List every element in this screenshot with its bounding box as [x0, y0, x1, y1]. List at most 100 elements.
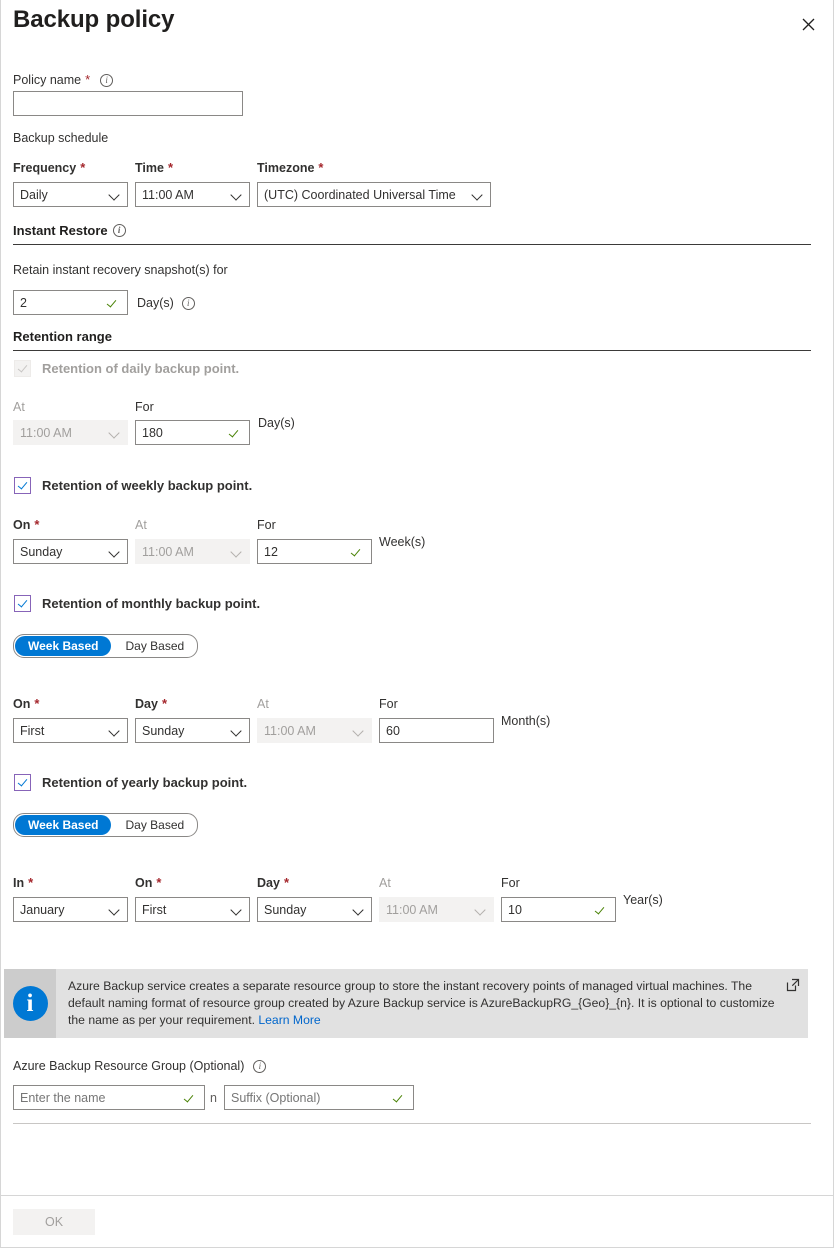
- yearly-for-label: For: [501, 875, 520, 891]
- monthly-for-label: For: [379, 696, 398, 712]
- yearly-toggle-day-based[interactable]: Day Based: [112, 815, 197, 835]
- yearly-toggle-week-based[interactable]: Week Based: [15, 815, 111, 835]
- section-divider: [13, 244, 811, 245]
- close-icon[interactable]: [793, 9, 823, 39]
- monthly-toggle-day-based[interactable]: Day Based: [112, 636, 197, 656]
- frequency-value: Daily: [20, 188, 105, 202]
- valid-check-icon: [394, 1091, 407, 1104]
- monthly-unit: Month(s): [501, 713, 550, 729]
- banner-icon-area: i: [4, 969, 56, 1038]
- monthly-on-required-mark: *: [34, 699, 39, 709]
- yearly-at-label: At: [379, 875, 391, 891]
- page-title: Backup policy: [13, 6, 174, 34]
- resource-group-name-input[interactable]: Enter the name: [13, 1085, 205, 1110]
- frequency-select[interactable]: Daily: [13, 182, 128, 207]
- instant-restore-unit-row: Day(s): [137, 295, 195, 311]
- timezone-select[interactable]: (UTC) Coordinated Universal Time: [257, 182, 491, 207]
- monthly-retention-checkbox[interactable]: Retention of monthly backup point.: [14, 595, 260, 612]
- resource-group-separator: n: [210, 1090, 217, 1106]
- resource-group-label: Azure Backup Resource Group (Optional): [13, 1058, 244, 1074]
- info-banner: i Azure Backup service creates a separat…: [4, 969, 808, 1038]
- timezone-value: (UTC) Coordinated Universal Time: [264, 188, 468, 202]
- yearly-at-select: 11:00 AM: [379, 897, 494, 922]
- yearly-day-select[interactable]: Sunday: [257, 897, 372, 922]
- weekly-retention-checkbox[interactable]: Retention of weekly backup point.: [14, 477, 252, 494]
- weekly-at-value: 11:00 AM: [142, 545, 227, 559]
- valid-check-icon: [185, 1091, 198, 1104]
- policy-name-required-mark: *: [85, 75, 90, 85]
- chevron-down-icon: [353, 725, 365, 737]
- policy-name-label-row: Policy name *: [13, 72, 113, 88]
- yearly-unit: Year(s): [623, 892, 663, 908]
- retention-range-section-header: Retention range: [13, 329, 811, 351]
- yearly-at-value: 11:00 AM: [386, 903, 471, 917]
- timezone-label-row: Timezone *: [257, 160, 323, 176]
- chevron-down-icon: [109, 546, 121, 558]
- banner-message-text: Azure Backup service creates a separate …: [68, 979, 775, 1027]
- daily-retention-label: Retention of daily backup point.: [42, 361, 239, 376]
- external-link-icon[interactable]: [786, 978, 800, 992]
- resource-group-name-value: Enter the name: [20, 1091, 181, 1105]
- valid-check-icon: [230, 426, 243, 439]
- retention-range-heading: Retention range: [13, 329, 112, 344]
- monthly-for-input[interactable]: 60: [379, 718, 494, 743]
- monthly-toggle-week-based[interactable]: Week Based: [15, 636, 111, 656]
- weekly-on-label-row: On *: [13, 517, 39, 533]
- yearly-in-select[interactable]: January: [13, 897, 128, 922]
- daily-for-input[interactable]: 180: [135, 420, 250, 445]
- yearly-in-value: January: [20, 903, 105, 917]
- info-circle-icon: i: [13, 986, 48, 1021]
- instant-restore-unit: Day(s): [137, 295, 174, 311]
- daily-at-label: At: [13, 399, 25, 415]
- daily-unit: Day(s): [258, 415, 295, 431]
- chevron-down-icon: [109, 427, 121, 439]
- chevron-down-icon: [475, 904, 487, 916]
- learn-more-link[interactable]: Learn More: [258, 1013, 320, 1027]
- yearly-day-required-mark: *: [284, 878, 289, 888]
- chevron-down-icon: [231, 189, 243, 201]
- monthly-on-select[interactable]: First: [13, 718, 128, 743]
- timezone-label: Timezone: [257, 160, 314, 176]
- yearly-on-select[interactable]: First: [135, 897, 250, 922]
- yearly-day-value: Sunday: [264, 903, 349, 917]
- info-icon[interactable]: [113, 224, 126, 237]
- weekly-for-input[interactable]: 12: [257, 539, 372, 564]
- monthly-week-day-toggle[interactable]: Week Based Day Based: [13, 634, 198, 658]
- time-label-row: Time *: [135, 160, 173, 176]
- timezone-required-mark: *: [318, 163, 323, 173]
- monthly-at-label: At: [257, 696, 269, 712]
- checkbox-checked-icon: [14, 774, 31, 791]
- yearly-in-required-mark: *: [28, 878, 33, 888]
- policy-name-input[interactable]: [13, 91, 243, 116]
- info-icon[interactable]: [253, 1060, 266, 1073]
- instant-restore-days-value: 2: [20, 296, 104, 310]
- banner-message: Azure Backup service creates a separate …: [56, 969, 808, 1038]
- yearly-for-input[interactable]: 10: [501, 897, 616, 922]
- yearly-week-day-toggle[interactable]: Week Based Day Based: [13, 813, 198, 837]
- daily-for-label: For: [135, 399, 154, 415]
- policy-name-label: Policy name: [13, 72, 81, 88]
- instant-restore-days-input[interactable]: 2: [13, 290, 128, 315]
- time-select[interactable]: 11:00 AM: [135, 182, 250, 207]
- time-value: 11:00 AM: [142, 188, 227, 202]
- checkbox-checked-icon: [14, 477, 31, 494]
- info-icon[interactable]: [182, 297, 195, 310]
- yearly-in-label-row: In *: [13, 875, 33, 891]
- monthly-day-select[interactable]: Sunday: [135, 718, 250, 743]
- valid-check-icon: [352, 545, 365, 558]
- resource-group-suffix-input[interactable]: Suffix (Optional): [224, 1085, 414, 1110]
- chevron-down-icon: [472, 189, 484, 201]
- ok-button[interactable]: OK: [13, 1209, 95, 1235]
- weekly-for-label: For: [257, 517, 276, 533]
- weekly-on-select[interactable]: Sunday: [13, 539, 128, 564]
- yearly-retention-checkbox[interactable]: Retention of yearly backup point.: [14, 774, 247, 791]
- chevron-down-icon: [109, 189, 121, 201]
- weekly-on-value: Sunday: [20, 545, 105, 559]
- instant-restore-section-header: Instant Restore: [13, 223, 811, 245]
- info-icon[interactable]: [100, 74, 113, 87]
- weekly-on-required-mark: *: [34, 520, 39, 530]
- monthly-on-label-row: On *: [13, 696, 39, 712]
- monthly-on-label: On: [13, 696, 30, 712]
- weekly-for-value: 12: [264, 545, 348, 559]
- monthly-day-required-mark: *: [162, 699, 167, 709]
